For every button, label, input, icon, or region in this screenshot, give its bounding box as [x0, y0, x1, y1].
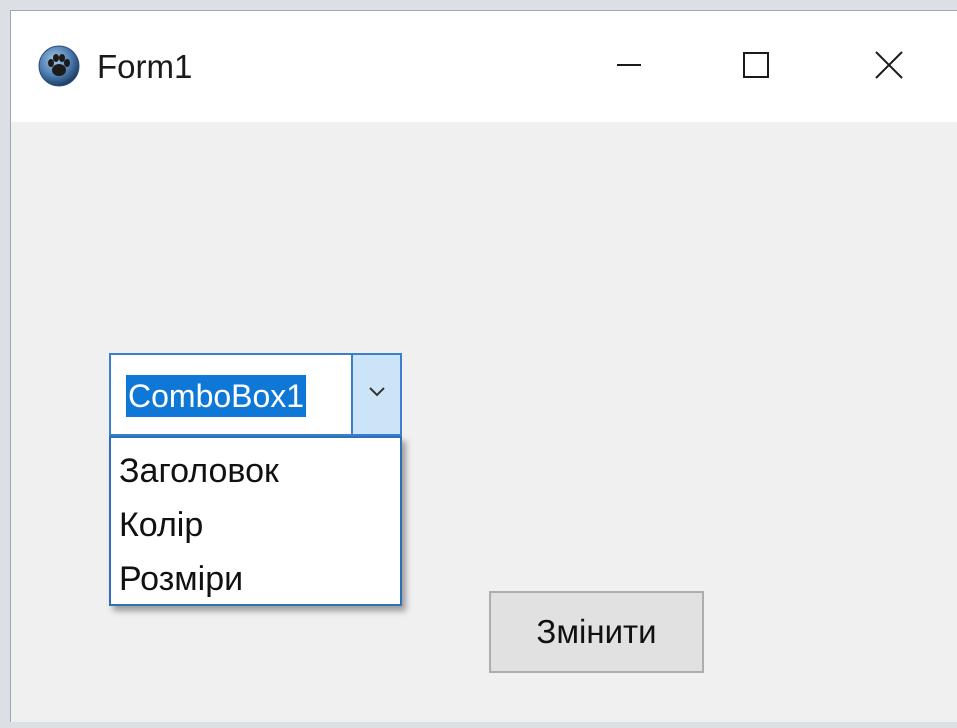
paw-icon [38, 45, 80, 87]
dropdown-item-color[interactable]: Колір [111, 498, 400, 552]
window-title: Form1 [97, 48, 193, 85]
combo-box-dropdown-list: Заголовок Колір Розміри [109, 436, 402, 606]
dropdown-item-title[interactable]: Заголовок [111, 444, 400, 498]
maximize-icon [741, 50, 771, 85]
combo-box-value[interactable]: ComboBox1 [126, 375, 307, 417]
close-icon [873, 49, 905, 86]
combo-box-dropdown-button[interactable] [351, 355, 400, 434]
chevron-down-icon [367, 385, 387, 404]
title-bar[interactable]: Form1 [11, 11, 957, 122]
combo-box[interactable]: ComboBox1 [109, 353, 402, 436]
minimize-button[interactable] [594, 31, 664, 103]
close-button[interactable] [854, 31, 924, 103]
dropdown-item-size[interactable]: Розміри [111, 552, 400, 606]
maximize-button[interactable] [721, 31, 791, 103]
change-button[interactable]: Змінити [489, 591, 704, 673]
minimize-icon [614, 50, 644, 85]
form-window: Form1 ComboBox1 Заголовок Колір Розміри … [10, 10, 957, 722]
